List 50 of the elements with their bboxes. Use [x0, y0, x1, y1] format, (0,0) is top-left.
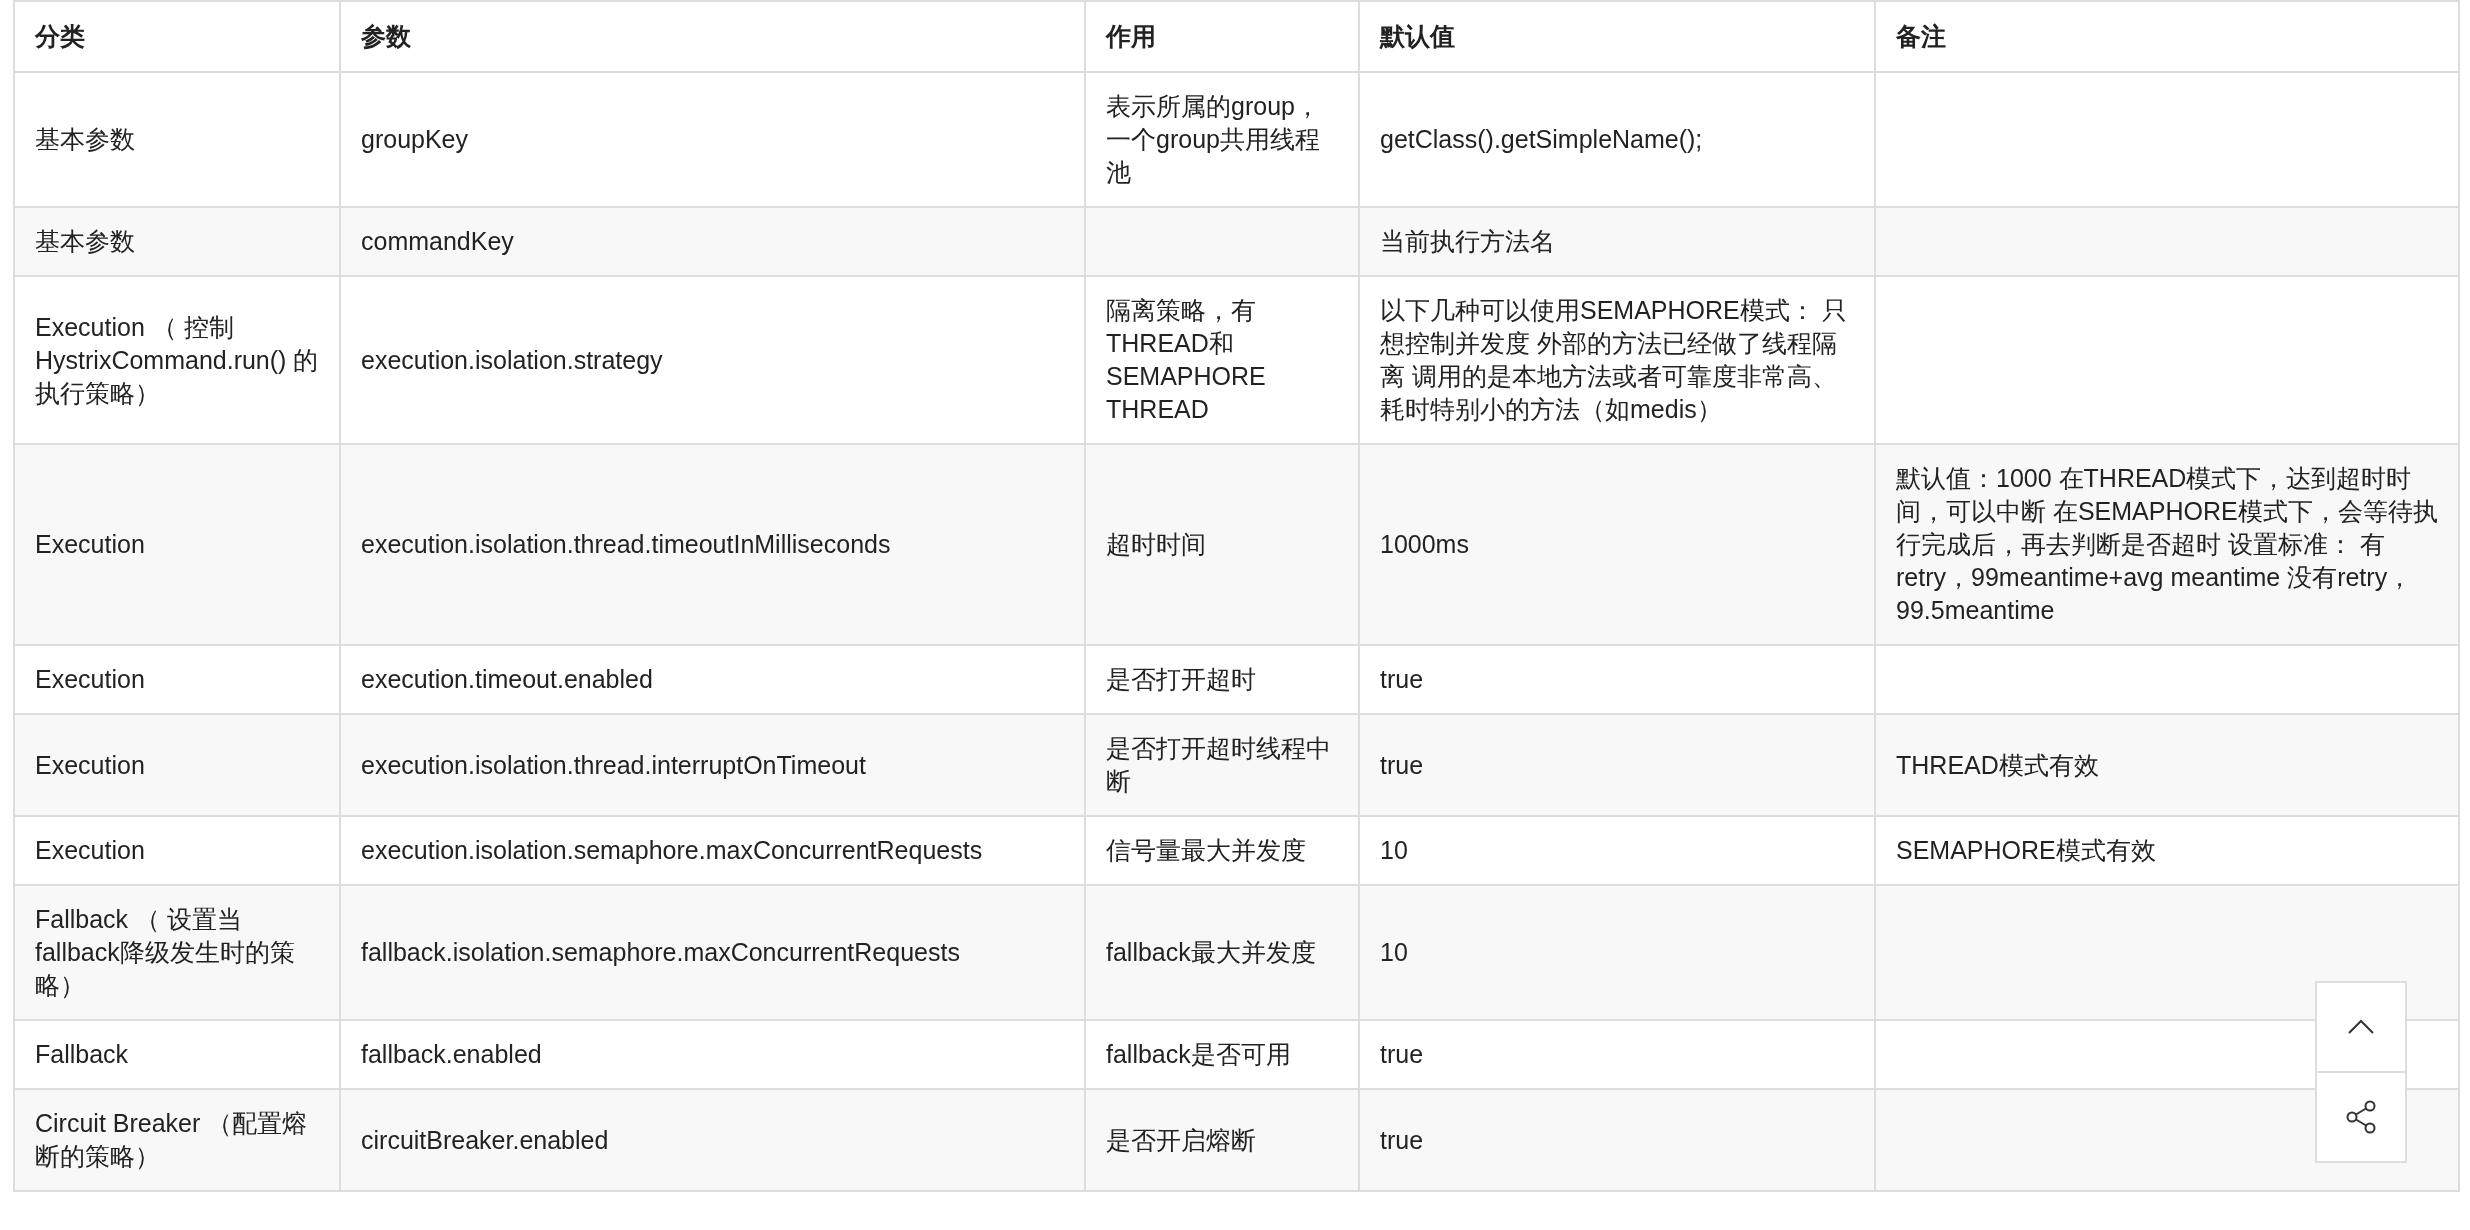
chevron-up-icon [2347, 1019, 2375, 1035]
table-cell: execution.isolation.thread.interruptOnTimeout [361, 750, 866, 779]
table-cell: fallback是否可用 [1106, 1040, 1291, 1068]
table-cell: true [1380, 1125, 1424, 1154]
column-header: 作用 [1106, 22, 1156, 50]
column-header: 分类 [35, 22, 85, 50]
table-cell: 1000ms [1380, 530, 1469, 558]
table-cell: 默认值：1000 在THREAD模式下，达到超时时间，可以中断 在SEMAPHORE模式下，会等待执行完成后，再去判断是否超时 设置标准： 有retry，99meantime+avg meantime 没有retry，99.5meantime [1896, 464, 2438, 624]
table-cell: 10 [1380, 836, 1408, 864]
table-cell: fallback.enabled [361, 1040, 542, 1068]
table-cell: Execution [35, 665, 145, 693]
table-cell: 表示所属的group，一个group共用线程池 [1106, 92, 1320, 186]
table-cell: Execution [35, 750, 145, 779]
table-cell: execution.isolation.semaphore.maxConcurrentRequests [361, 836, 983, 864]
table-cell: 当前执行方法名 [1380, 227, 1555, 255]
table-cell: THREAD模式有效 [1896, 750, 2099, 779]
table-cell: fallback.isolation.semaphore.maxConcurrentRequests [361, 938, 960, 966]
table-cell: fallback最大并发度 [1106, 938, 1316, 966]
table-cell: SEMAPHORE模式有效 [1896, 836, 2156, 864]
table-cell: Execution [35, 530, 145, 558]
table-cell: 是否开启熔断 [1106, 1125, 1256, 1154]
table-cell: 以下几种可以使用SEMAPHORE模式： 只想控制并发度 外部的方法已经做了线程隔离 调用的是本地方法或者可靠度非常高、耗时特别小的方法（如medis） [1380, 296, 1847, 423]
table-cell: 超时时间 [1106, 530, 1206, 558]
table-cell: true [1380, 665, 1424, 693]
table-cell: groupKey [361, 125, 469, 153]
table-cell: 信号量最大并发度 [1106, 836, 1306, 864]
table-cell: 是否打开超时线程中断 [1106, 734, 1331, 795]
table-cell: 是否打开超时 [1106, 665, 1256, 693]
column-header: 参数 [361, 22, 411, 50]
table-cell: 基本参数 [35, 125, 135, 153]
table-cell: Fallback [35, 1040, 129, 1068]
table-cell: Execution [35, 836, 145, 864]
table-cell: execution.timeout.enabled [361, 665, 653, 693]
table-cell: execution.isolation.strategy [361, 345, 663, 374]
share-button[interactable] [2315, 1071, 2407, 1163]
table-cell: 10 [1380, 938, 1408, 966]
column-header: 备注 [1896, 22, 1946, 50]
table-cell: Circuit Breaker （配置熔断的策略） [35, 1109, 308, 1170]
table-cell: execution.isolation.thread.timeoutInMilliseconds [361, 530, 891, 558]
table-cell: true [1380, 750, 1424, 779]
table-cell: 基本参数 [35, 227, 135, 255]
table-cell: circuitBreaker.enabled [361, 1125, 609, 1154]
table-cell: getClass().getSimpleName(); [1380, 125, 1703, 153]
share-icon [2345, 1100, 2377, 1134]
table-cell: Fallback （ 设置当fallback降级发生时的策略） [35, 905, 295, 999]
table-cell: Execution （ 控制HystrixCommand.run() 的执行策略） [35, 312, 319, 407]
table-cell: commandKey [361, 227, 514, 255]
table-cell: 隔离策略，有THREAD和 SEMAPHORE THREAD [1106, 296, 1266, 423]
column-header: 默认值 [1380, 22, 1455, 50]
table-cell: true [1380, 1040, 1424, 1068]
